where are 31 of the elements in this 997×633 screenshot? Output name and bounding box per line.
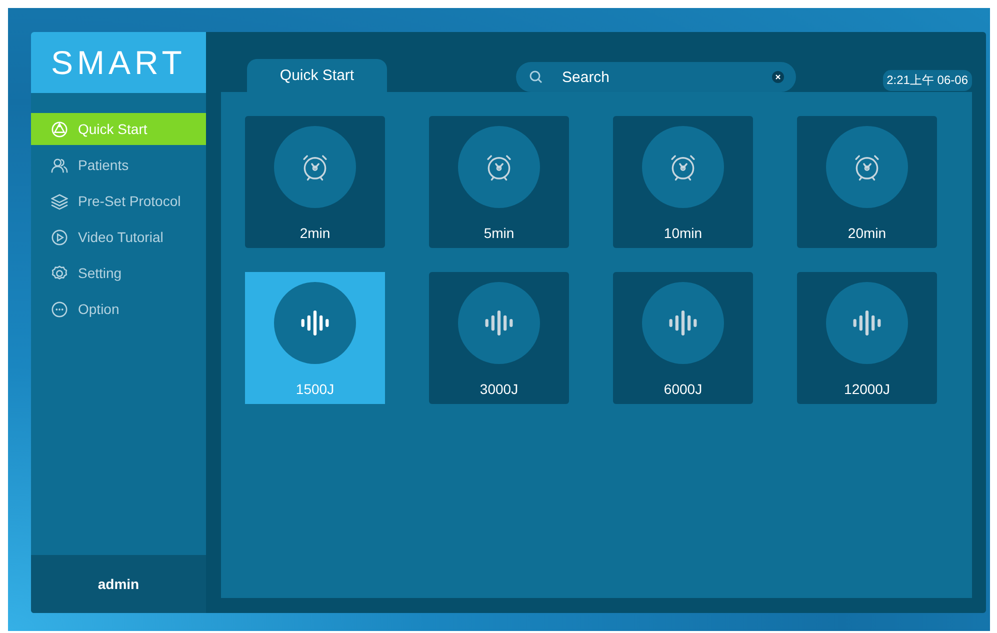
sidebar-item[interactable]: Option [31, 293, 206, 325]
logo: SMART [31, 32, 206, 93]
people-icon [51, 156, 68, 174]
tile-label: 20min [848, 225, 886, 241]
tile-label: 2min [300, 225, 330, 241]
username: admin [31, 555, 206, 613]
tab[interactable]: Quick Start [247, 59, 387, 92]
settings-icon [51, 264, 68, 282]
tile-label: 3000J [480, 381, 518, 397]
clear-icon[interactable] [772, 71, 784, 83]
preset-tile[interactable]: 20min [797, 116, 937, 248]
preset-tile[interactable]: 6000J [613, 272, 753, 404]
sidebar-item[interactable]: Setting [31, 257, 206, 289]
preset-tile[interactable]: 10min [613, 116, 753, 248]
preset-tile[interactable]: 3000J [429, 272, 569, 404]
clock-badge: 2:21上午 06-06 [882, 70, 972, 91]
preset-tile[interactable]: 12000J [797, 272, 937, 404]
sidebar-item[interactable]: Patients [31, 149, 206, 181]
tile-label: 1500J [296, 381, 334, 397]
tile-label: 10min [664, 225, 702, 241]
tile-label: 5min [484, 225, 514, 241]
layers-icon [51, 192, 68, 210]
more-icon [51, 300, 68, 318]
tile-label: 6000J [664, 381, 702, 397]
tile-label: 12000J [844, 381, 890, 397]
preset-tile[interactable]: 5min [429, 116, 569, 248]
preset-tile[interactable]: 2min [245, 116, 385, 248]
sidebar-item[interactable]: Pre-Set Protocol [31, 185, 206, 217]
play-icon [51, 228, 68, 246]
sidebar-item[interactable]: Video Tutorial [31, 221, 206, 253]
search-field[interactable]: Search [516, 62, 796, 92]
